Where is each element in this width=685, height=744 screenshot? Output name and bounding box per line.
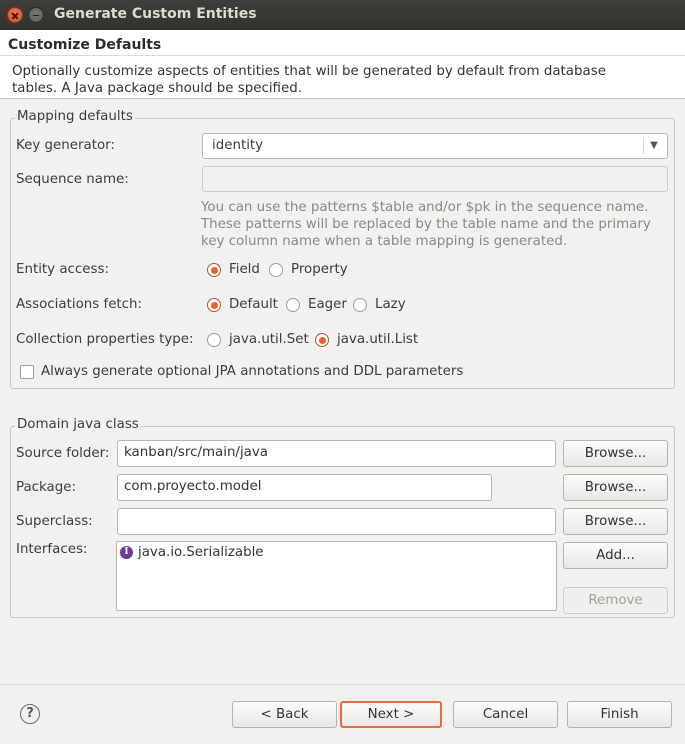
cancel-button[interactable]: Cancel — [453, 701, 558, 728]
sequence-name-input[interactable] — [202, 166, 668, 192]
key-generator-select[interactable]: identity ▼ — [202, 133, 668, 159]
interface-icon: I — [120, 546, 133, 559]
add-interface-button[interactable]: Add... — [563, 542, 668, 569]
associations-fetch-label: Associations fetch: — [16, 297, 143, 312]
collection-set-label[interactable]: java.util.Set — [229, 332, 309, 347]
fetch-lazy-label[interactable]: Lazy — [375, 297, 406, 312]
wizard-header: Customize Defaults Optionally customize … — [0, 30, 685, 99]
sequence-name-label: Sequence name: — [16, 172, 129, 187]
fetch-lazy-radio[interactable] — [353, 298, 367, 312]
finish-button[interactable]: Finish — [567, 701, 672, 728]
entity-access-property-label[interactable]: Property — [291, 262, 348, 277]
sequence-hint: You can use the patterns $table and/or $… — [201, 200, 651, 249]
source-folder-label: Source folder: — [16, 446, 110, 461]
page-title: Customize Defaults — [8, 37, 162, 53]
next-button[interactable]: Next > — [340, 701, 442, 728]
back-button[interactable]: < Back — [232, 701, 337, 728]
package-input[interactable]: com.proyecto.model — [117, 474, 492, 501]
fetch-default-label[interactable]: Default — [229, 297, 278, 312]
dialog-window: Generate Custom Entities Customize Defau… — [0, 0, 685, 744]
title-bar: Generate Custom Entities — [0, 0, 685, 30]
window-title: Generate Custom Entities — [54, 6, 257, 22]
domain-java-class-label: Domain java class — [15, 417, 141, 432]
fetch-default-radio[interactable] — [207, 298, 221, 312]
key-generator-label: Key generator: — [16, 138, 115, 153]
superclass-browse-button[interactable]: Browse... — [563, 508, 668, 535]
collection-list-radio[interactable] — [315, 333, 329, 347]
entity-access-field-label[interactable]: Field — [229, 262, 260, 277]
key-generator-value: identity — [212, 138, 264, 153]
superclass-label: Superclass: — [16, 514, 93, 529]
close-window-icon[interactable] — [7, 7, 23, 23]
collection-set-radio[interactable] — [207, 333, 221, 347]
header-divider — [0, 55, 685, 56]
entity-access-label: Entity access: — [16, 262, 109, 277]
fetch-eager-radio[interactable] — [286, 298, 300, 312]
source-folder-browse-button[interactable]: Browse... — [563, 440, 668, 467]
collection-type-label: Collection properties type: — [16, 332, 194, 347]
source-folder-input[interactable]: kanban/src/main/java — [117, 440, 556, 467]
interfaces-list[interactable]: I java.io.Serializable — [116, 541, 557, 611]
help-icon[interactable]: ? — [20, 704, 40, 724]
entity-access-field-radio[interactable] — [207, 263, 221, 277]
chevron-down-icon[interactable]: ▼ — [643, 138, 664, 154]
list-item[interactable]: I java.io.Serializable — [117, 542, 556, 564]
always-generate-label[interactable]: Always generate optional JPA annotations… — [41, 364, 463, 379]
footer-divider — [0, 684, 685, 685]
interfaces-label: Interfaces: — [16, 542, 88, 557]
collection-list-label[interactable]: java.util.List — [337, 332, 418, 347]
minimize-window-icon[interactable] — [28, 7, 44, 23]
interface-item-label: java.io.Serializable — [138, 545, 264, 560]
mapping-defaults-label: Mapping defaults — [15, 109, 135, 124]
entity-access-property-radio[interactable] — [269, 263, 283, 277]
remove-interface-button[interactable]: Remove — [563, 587, 668, 614]
fetch-eager-label[interactable]: Eager — [308, 297, 347, 312]
page-description: Optionally customize aspects of entities… — [12, 64, 606, 96]
always-generate-checkbox[interactable] — [20, 365, 34, 379]
superclass-input[interactable] — [117, 508, 556, 535]
package-label: Package: — [16, 480, 77, 495]
package-browse-button[interactable]: Browse... — [563, 474, 668, 501]
